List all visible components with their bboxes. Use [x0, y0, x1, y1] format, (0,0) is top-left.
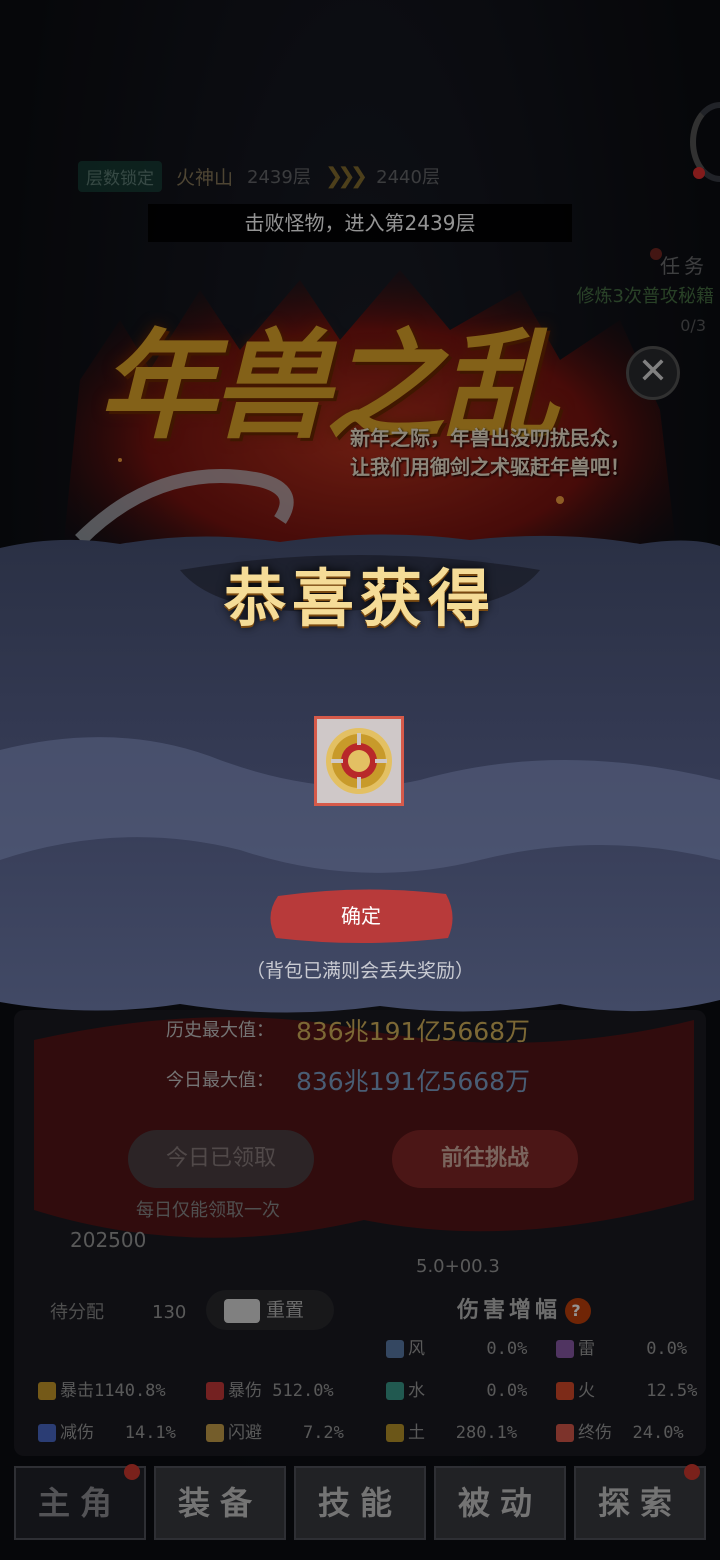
- tab-hero[interactable]: 主角: [14, 1464, 146, 1540]
- floor-toast: 击败怪物，进入第2439层: [148, 204, 572, 242]
- tab-equipment[interactable]: 装备: [154, 1466, 286, 1540]
- alloc-label: 待分配: [50, 1302, 104, 1323]
- earth-icon: [386, 1424, 404, 1442]
- stat-damage-reduction: 减伤 14.1%: [38, 1418, 176, 1443]
- next-floor: 2440层: [376, 167, 440, 188]
- reward-item-slot[interactable]: [314, 716, 404, 806]
- claimed-button[interactable]: 今日已领取: [128, 1130, 314, 1188]
- stat-dodge: 闪避 7.2%: [206, 1418, 344, 1443]
- shield-icon: [38, 1424, 56, 1442]
- final-damage-icon: [556, 1424, 574, 1442]
- challenge-button[interactable]: 前往挑战: [392, 1130, 578, 1188]
- crit-damage-icon: [206, 1382, 224, 1400]
- alloc-value: 130: [152, 1302, 187, 1323]
- tab-explore-badge: [684, 1464, 700, 1480]
- progress-arrows-icon: ❯❯❯: [324, 163, 368, 189]
- gold-medallion-icon: [326, 728, 392, 794]
- help-icon[interactable]: ?: [565, 1298, 591, 1324]
- stat-fire: 火 12.5%: [556, 1376, 697, 1401]
- close-icon[interactable]: ✕: [626, 346, 680, 400]
- dodge-icon: [206, 1424, 224, 1442]
- video-icon: [224, 1298, 260, 1323]
- tab-explore[interactable]: 探索: [574, 1464, 706, 1540]
- stat-crit-damage: 暴伤 512.0%: [206, 1376, 334, 1401]
- once-daily-note: 每日仅能领取一次: [136, 1200, 280, 1221]
- floor-lock-toggle[interactable]: 层数锁定: [78, 160, 162, 192]
- tab-passive[interactable]: 被动: [434, 1466, 566, 1540]
- stat-crit: 暴击1140.8%: [38, 1376, 166, 1401]
- floor-bar: 层数锁定 火神山 2439层 ❯❯❯ 2440层: [78, 158, 538, 194]
- crit-icon: [38, 1382, 56, 1400]
- stat-earth: 土 280.1%: [386, 1418, 517, 1443]
- reward-title: 恭喜获得: [223, 562, 496, 635]
- damage-boost-label: 伤害增幅: [456, 1298, 561, 1323]
- stat-thunder: 雷 0.0%: [556, 1334, 687, 1359]
- bag-full-note: （背包已满则会丢失奖励）: [245, 960, 474, 982]
- power-value: 202500: [70, 1228, 147, 1252]
- event-subtitle: 新年之际，年兽出没叨扰民众， 让我们用御剑之术驱赶年兽吧！: [210, 424, 630, 482]
- confirm-button[interactable]: 确定: [268, 888, 454, 944]
- tab-skills[interactable]: 技能: [294, 1466, 426, 1540]
- stat-final-damage: 终伤 24.0%: [556, 1418, 684, 1443]
- bottom-tab-bar: 主角 装备 技能 被动 探索: [14, 1464, 706, 1540]
- today-max-label: 今日最大值：: [166, 1070, 274, 1091]
- current-floor: 2439层: [247, 167, 311, 188]
- tab-hero-badge: [124, 1464, 140, 1480]
- today-max-value: 836兆191亿5668万: [296, 1067, 531, 1096]
- stat-water: 水 0.0%: [386, 1376, 527, 1401]
- wind-icon: [386, 1340, 404, 1358]
- level-value: 5.0+00.3: [416, 1256, 500, 1277]
- thunder-icon: [556, 1340, 574, 1358]
- water-icon: [386, 1382, 404, 1400]
- game-screen: 层数锁定 火神山 2439层 ❯❯❯ 2440层 任务 修炼3次普攻秘籍 0/3…: [0, 0, 720, 1560]
- fire-icon: [556, 1382, 574, 1400]
- notification-dot: [693, 167, 705, 179]
- reset-label: 重置: [266, 1299, 305, 1321]
- event-subtitle-line2: 让我们用御剑之术驱赶年兽吧！: [350, 455, 630, 479]
- reset-button[interactable]: 重置: [206, 1290, 334, 1330]
- event-subtitle-line1: 新年之际，年兽出没叨扰民众，: [350, 426, 630, 450]
- damage-boost-title: 伤害增幅?: [404, 1292, 644, 1324]
- stat-wind: 风 0.0%: [386, 1334, 527, 1359]
- mountain-name: 火神山: [176, 166, 234, 189]
